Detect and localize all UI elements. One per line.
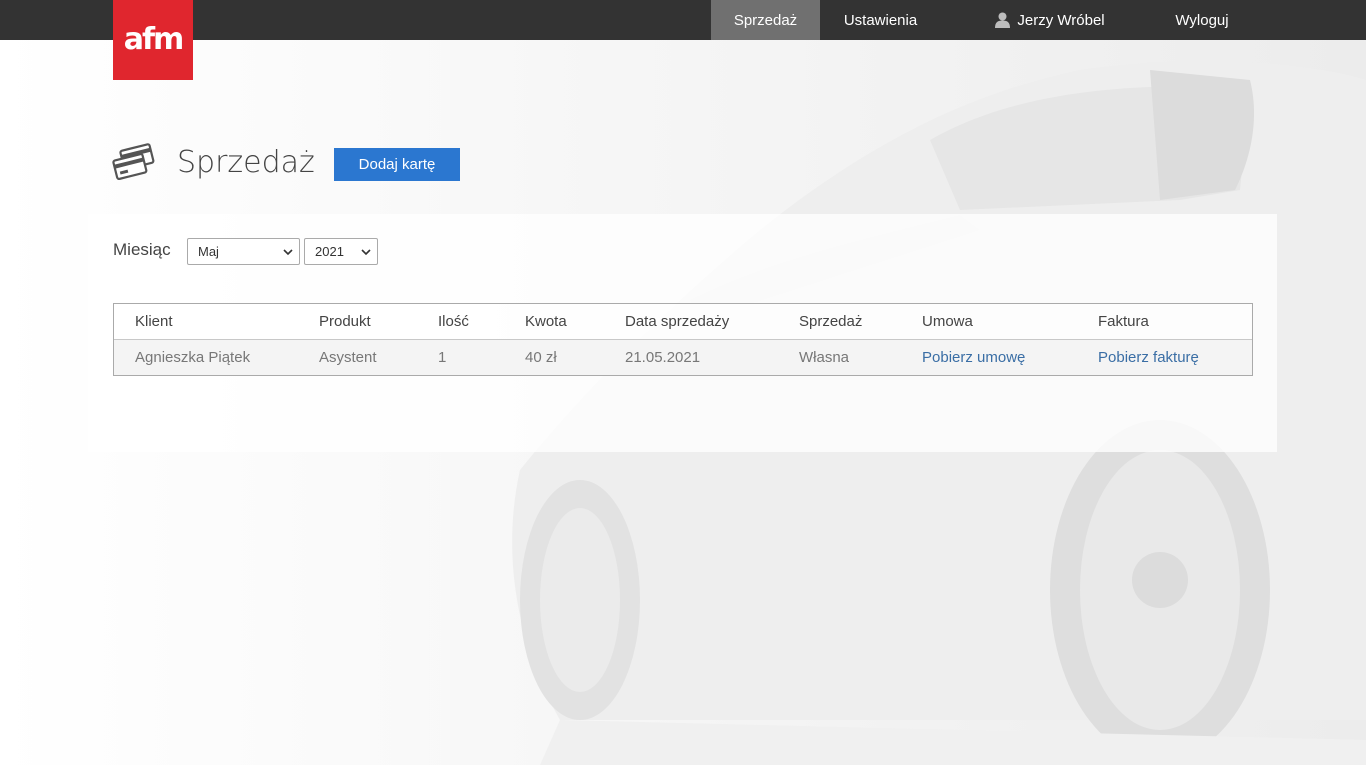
download-contract-link[interactable]: Pobierz umowę bbox=[922, 340, 1025, 375]
add-card-button[interactable]: Dodaj kartę bbox=[334, 148, 460, 181]
column-header-quantity: Ilość bbox=[438, 313, 469, 330]
afm-logo[interactable]: afm bbox=[113, 0, 193, 80]
month-filter-label: Miesiąc bbox=[113, 240, 171, 259]
sales-table: Klient Produkt Ilość Kwota Data sprzedaż… bbox=[113, 303, 1253, 376]
column-header-invoice: Faktura bbox=[1098, 313, 1149, 330]
cell-product: Asystent bbox=[319, 349, 377, 366]
chevron-down-icon bbox=[283, 249, 293, 256]
column-header-sale-date: Data sprzedaży bbox=[625, 313, 730, 330]
table-row: Agnieszka Piątek Asystent 1 40 zł 21.05.… bbox=[114, 340, 1252, 375]
logo-text: afm bbox=[123, 22, 185, 57]
year-select[interactable]: 2021 bbox=[304, 238, 378, 265]
cell-quantity: 1 bbox=[438, 349, 447, 366]
month-select[interactable]: Maj bbox=[187, 238, 300, 265]
cell-amount: 40 zł bbox=[525, 349, 557, 366]
year-select-value: 2021 bbox=[315, 244, 344, 259]
credit-cards-icon bbox=[112, 143, 155, 181]
column-header-sale-type: Sprzedaż bbox=[799, 313, 863, 330]
download-invoice-link[interactable]: Pobierz fakturę bbox=[1098, 340, 1199, 375]
page-title: Sprzedaż bbox=[177, 145, 315, 180]
cell-sale-date: 21.05.2021 bbox=[625, 349, 701, 366]
column-header-product: Produkt bbox=[319, 313, 371, 330]
cell-sale-type: Własna bbox=[799, 349, 850, 366]
month-select-value: Maj bbox=[198, 244, 219, 259]
column-header-client: Klient bbox=[135, 313, 173, 330]
column-header-contract: Umowa bbox=[922, 313, 973, 330]
chevron-down-icon bbox=[361, 249, 371, 256]
cell-client: Agnieszka Piątek bbox=[135, 349, 251, 366]
table-header-row: Klient Produkt Ilość Kwota Data sprzedaż… bbox=[114, 304, 1252, 340]
column-header-amount: Kwota bbox=[525, 313, 567, 330]
